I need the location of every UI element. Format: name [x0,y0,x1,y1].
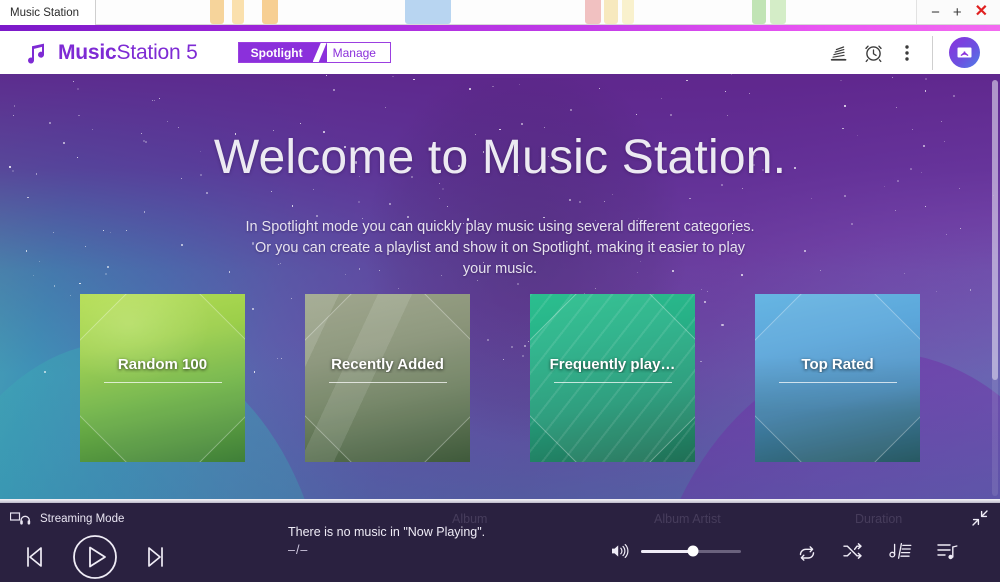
volume-icon[interactable] [610,543,629,559]
tile-diamond-overlay [755,294,920,462]
play-button[interactable] [72,534,118,580]
brand-bold: Music [58,40,117,64]
streaming-mode-indicator[interactable]: Streaming Mode [10,512,124,526]
mode-switch-slant-divider [312,43,327,62]
title-bar-background-art [0,0,1000,24]
volume-slider-fill [641,549,693,553]
now-playing-info: There is no music in "Now Playing". –/– [288,524,485,560]
tile-diamond-overlay [305,294,470,462]
tile-underline [328,382,447,383]
previous-track-button[interactable] [22,544,46,570]
spotlight-tile-grid: Random 100 Recently Added Frequently pla… [80,294,920,462]
tab-spotlight[interactable]: Spotlight [238,43,313,62]
brand-light: Station 5 [116,40,198,64]
tile-label: Recently Added [331,356,444,373]
tab-title: Music Station [10,6,80,19]
tile-diamond-overlay [530,294,695,462]
playback-time: –/– [288,543,309,557]
headphone-icon [10,512,34,526]
music-station-window: Music Station − + ✕ MusicStation 5 Spotl… [0,0,1000,582]
streaming-mode-label: Streaming Mode [40,513,125,525]
music-note-icon [26,40,48,66]
app-header: MusicStation 5 Spotlight Manage [0,31,1000,74]
now-playing-text: There is no music in "Now Playing". [288,525,486,539]
shuffle-button[interactable] [842,542,864,560]
next-track-button[interactable] [144,544,168,570]
tile-underline [778,382,897,383]
tile-underline [103,382,222,383]
vertical-scrollbar[interactable] [992,80,998,496]
tile-underline [553,382,672,383]
tile-frequently-played[interactable]: Frequently play… [530,294,695,462]
os-title-bar: Music Station − + ✕ [0,0,1000,25]
collapse-player-button[interactable] [970,508,990,528]
page-description: In Spotlight mode you can quickly play m… [245,219,755,277]
repeat-button[interactable] [796,541,818,561]
maximize-button[interactable]: + [953,5,962,20]
volume-slider[interactable] [641,545,741,557]
spotlight-stage: Welcome to Music Station. In Spotlight m… [0,74,1000,502]
header-actions [822,35,1000,70]
playlist-queue-icon[interactable] [822,36,856,70]
browser-tab-music-station[interactable]: Music Station [0,0,96,25]
alarm-clock-icon[interactable] [856,36,890,70]
cast-streaming-icon[interactable] [949,37,980,68]
tile-top-rated[interactable]: Top Rated [755,294,920,462]
tile-recently-added[interactable]: Recently Added [305,294,470,462]
queue-button[interactable] [936,541,958,561]
scrollbar-thumb[interactable] [992,80,998,380]
close-button[interactable]: ✕ [975,4,988,20]
lyrics-button[interactable] [888,541,912,561]
brand-name: MusicStation 5 [58,41,198,65]
tile-random-100[interactable]: Random 100 [80,294,245,462]
player-right-controls [796,541,958,561]
tile-label: Top Rated [801,356,874,373]
column-header-album-artist: Album Artist [654,512,721,526]
window-controls: − + ✕ [916,0,1000,24]
volume-slider-handle[interactable] [687,545,699,557]
tile-label: Random 100 [117,356,208,373]
app-logo[interactable]: MusicStation 5 [0,40,198,66]
tile-diamond-overlay [80,294,245,462]
ghost-column-headers: Album Album Artist Duration [0,512,1000,528]
tab-manage[interactable]: Manage [326,43,390,62]
tile-label: Frequently play… [549,356,676,373]
transport-controls [22,534,168,580]
volume-control [610,543,741,559]
page-title: Welcome to Music Station. [213,131,787,184]
column-header-duration: Duration [855,512,903,526]
overflow-menu-icon[interactable] [890,36,924,70]
minimize-button[interactable]: − [931,5,940,20]
header-divider [932,35,933,70]
mode-switch: Spotlight Manage [237,42,391,63]
